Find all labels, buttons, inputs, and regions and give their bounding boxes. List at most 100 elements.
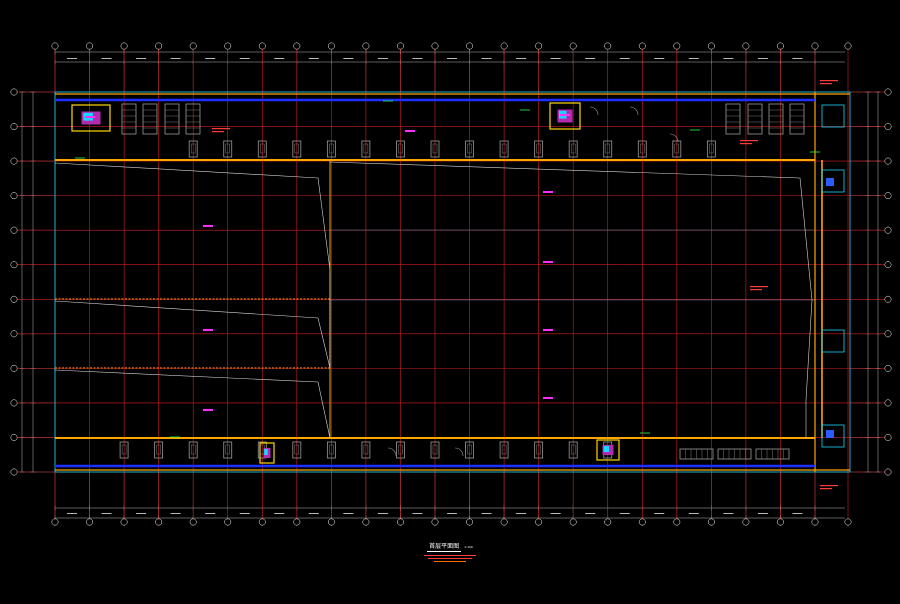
axis-bubble <box>362 518 370 526</box>
dimension-text <box>516 513 527 514</box>
axis-bubble <box>884 434 892 441</box>
axis-bubble <box>569 518 577 526</box>
dimension-text <box>205 513 216 514</box>
dimension-text <box>101 58 112 59</box>
red-note <box>820 83 832 85</box>
axis-bubble <box>120 42 128 50</box>
dimension-text <box>654 58 665 59</box>
note-line <box>424 555 476 556</box>
axis-bubble <box>884 88 892 96</box>
core-fixture <box>826 430 834 438</box>
axis-bubble <box>884 399 892 407</box>
room-tag <box>543 261 553 263</box>
axis-bubble <box>884 468 892 476</box>
dimension-text <box>447 513 457 514</box>
axis-bubble <box>155 518 163 526</box>
axis-bubble <box>10 261 18 269</box>
core-fixture <box>826 178 834 186</box>
axis-bubble <box>327 42 335 50</box>
lift-cabin <box>603 446 610 452</box>
dimension-text <box>412 513 423 514</box>
axis-bubble <box>707 42 715 50</box>
dimension-text <box>757 58 768 59</box>
dimension-text <box>170 513 181 514</box>
dimension-text <box>205 58 216 59</box>
dimension-text <box>792 58 803 59</box>
dimension-text <box>308 58 319 59</box>
red-note <box>750 286 768 288</box>
axis-bubble <box>10 468 18 476</box>
axis-bubble <box>10 192 18 200</box>
axis-bubble <box>604 518 612 526</box>
axis-bubble <box>777 42 784 50</box>
axis-bubble <box>777 518 784 526</box>
dimension-text <box>481 513 492 514</box>
dimension-text <box>585 58 596 59</box>
axis-bubble <box>638 518 646 526</box>
axis-bubble <box>844 42 852 50</box>
dimension-text <box>619 58 630 59</box>
dimension-text <box>136 58 147 59</box>
dimension-text <box>308 513 319 514</box>
dimension-text <box>377 58 388 59</box>
axis-bubble <box>189 518 197 526</box>
axis-bubble <box>604 42 612 50</box>
axis-bubble <box>10 157 18 165</box>
dimension-text <box>343 513 354 514</box>
axis-bubble <box>224 518 232 526</box>
axis-bubble <box>327 518 335 526</box>
axis-bubble <box>51 518 59 526</box>
axis-bubble <box>10 399 18 407</box>
note-line <box>428 558 472 559</box>
axis-bubble <box>10 434 18 441</box>
axis-bubble <box>397 42 404 50</box>
axis-bubble <box>10 330 18 338</box>
drawing-scale: 1:100 <box>464 545 473 549</box>
axis-bubble <box>884 330 892 338</box>
axis-bubble <box>86 518 93 526</box>
axis-bubble <box>224 42 232 50</box>
dimension-text <box>67 513 77 514</box>
axis-bubble <box>811 518 819 526</box>
axis-bubble <box>535 42 543 50</box>
axis-bubble <box>884 157 892 165</box>
axis-bubble <box>535 518 543 526</box>
axis-bubble <box>10 364 18 372</box>
dimension-text <box>377 513 388 514</box>
axis-bubble <box>673 518 681 526</box>
dimension-text <box>550 58 561 59</box>
dimension-text <box>688 513 699 514</box>
dimension-text <box>723 58 734 59</box>
red-note <box>820 488 832 490</box>
dimension-text <box>101 513 112 514</box>
axis-bubble <box>51 42 59 50</box>
dimension-text <box>585 513 596 514</box>
drawing-title-block: 首层平面图 1:100 <box>398 544 502 562</box>
axis-bubble <box>155 42 163 50</box>
dimension-text <box>274 513 285 514</box>
lift-cabin <box>264 449 268 455</box>
dimension-text <box>481 58 492 59</box>
axis-bubble <box>10 123 18 130</box>
axis-bubble <box>10 88 18 96</box>
axis-bubble <box>884 295 892 303</box>
axis-bubble <box>844 518 852 526</box>
room-tag <box>560 114 570 116</box>
axis-bubble <box>189 42 197 50</box>
red-note <box>740 140 758 142</box>
red-note <box>820 485 838 487</box>
dimension-text <box>170 58 181 59</box>
dimension-text <box>550 513 561 514</box>
red-note <box>750 289 762 291</box>
axis-bubble <box>293 42 301 50</box>
room-tag <box>203 329 213 331</box>
dimension-text <box>274 58 285 59</box>
room-tag <box>203 409 213 411</box>
drawing-title: 首层平面图 <box>427 543 462 552</box>
dimension-text <box>67 58 77 59</box>
axis-bubble <box>638 42 646 50</box>
dimension-text <box>723 513 734 514</box>
axis-bubble <box>466 518 473 526</box>
axis-bubble <box>466 42 473 50</box>
axis-bubble <box>500 42 508 50</box>
